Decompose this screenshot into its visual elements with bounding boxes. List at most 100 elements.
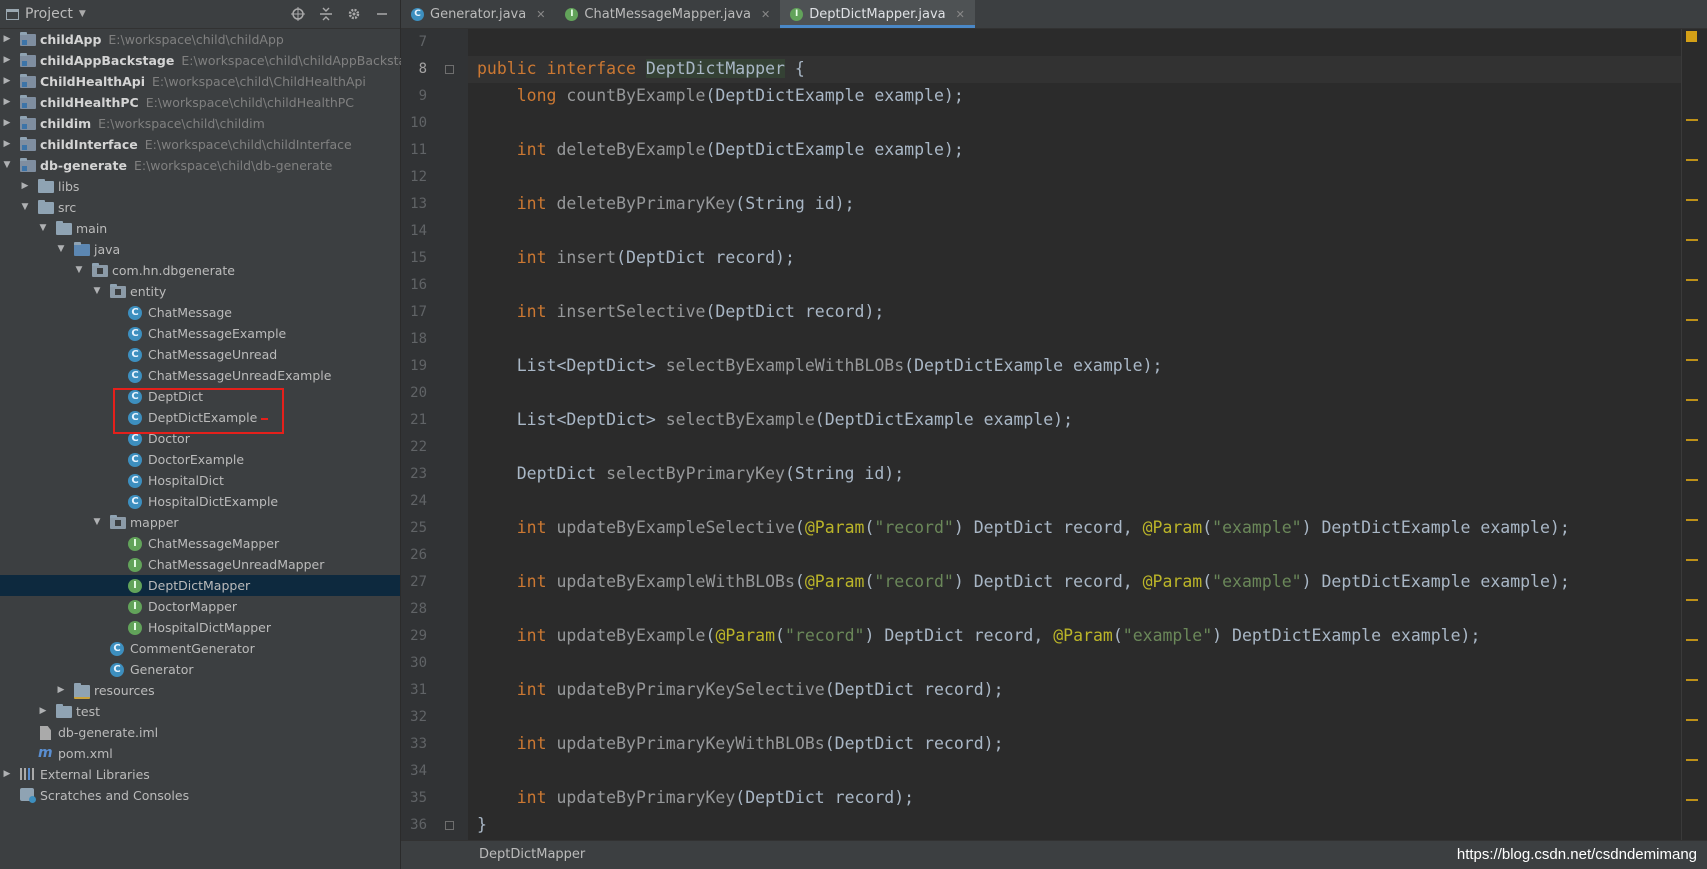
tree-item[interactable]: ▶ resources <box>0 680 400 701</box>
warning-marker[interactable] <box>1686 119 1698 121</box>
tree-item[interactable]: ▶ ChildHealthApi E:\workspace\child\ChildH… <box>0 71 400 92</box>
tree-item[interactable]: C HospitalDictExample <box>0 491 400 512</box>
tree-item[interactable]: C Generator <box>0 659 400 680</box>
warning-marker[interactable] <box>1686 439 1698 441</box>
code-line[interactable]: int updateByExampleSelective(@Param("rec… <box>477 518 1570 537</box>
tree-item[interactable]: C ChatMessageUnread <box>0 344 400 365</box>
warning-marker[interactable] <box>1686 399 1698 401</box>
warning-marker[interactable] <box>1686 759 1698 761</box>
tree-item[interactable]: ▶ childApp E:\workspace\child\childApp <box>0 29 400 50</box>
collapse-all-icon[interactable] <box>318 6 334 22</box>
code-line[interactable]: DeptDict selectByPrimaryKey(String id); <box>477 464 904 483</box>
code-line[interactable]: int updateByExample(@Param("record") Dep… <box>477 626 1481 645</box>
tree-item[interactable]: ▼ entity <box>0 281 400 302</box>
code-view[interactable]: public interface DeptDictMapper { long c… <box>468 29 1707 841</box>
warning-marker[interactable] <box>1686 719 1698 721</box>
code-line[interactable]: int insertSelective(DeptDict record); <box>477 302 885 321</box>
tree-item[interactable]: I HospitalDictMapper <box>0 617 400 638</box>
code-line[interactable]: int updateByExampleWithBLOBs(@Param("rec… <box>477 572 1570 591</box>
tree-item[interactable]: C ChatMessageUnreadExample <box>0 365 400 386</box>
tree-item[interactable]: ▼ java <box>0 239 400 260</box>
tree-item[interactable]: db-generate.iml <box>0 722 400 743</box>
tree-item[interactable]: I ChatMessageMapper <box>0 533 400 554</box>
expand-right-icon[interactable]: ▶ <box>38 701 48 722</box>
editor-tab[interactable]: I DeptDictMapper.java ✕ <box>780 0 975 28</box>
tree-item[interactable]: C CommentGenerator <box>0 638 400 659</box>
tree-item[interactable]: ▶ libs <box>0 176 400 197</box>
code-line[interactable]: int updateByPrimaryKey(DeptDict record); <box>477 788 914 807</box>
tree-item[interactable]: ▶ childAppBackstage E:\workspace\child\chi… <box>0 50 422 71</box>
expand-right-icon[interactable]: ▶ <box>2 29 12 50</box>
tree-item[interactable]: m pom.xml <box>0 743 400 764</box>
code-line[interactable]: int updateByPrimaryKeySelective(DeptDict… <box>477 680 1004 699</box>
warning-marker[interactable] <box>1686 559 1698 561</box>
warning-marker[interactable] <box>1686 279 1698 281</box>
expand-down-icon[interactable]: ▼ <box>74 260 84 281</box>
expand-down-icon[interactable]: ▼ <box>92 281 102 302</box>
warning-marker[interactable] <box>1686 799 1698 801</box>
expand-right-icon[interactable]: ▶ <box>2 50 12 71</box>
scrollbar-marker-strip[interactable] <box>1681 29 1707 841</box>
expand-right-icon[interactable]: ▶ <box>56 680 66 701</box>
code-line[interactable]: List<DeptDict> selectByExample(DeptDictE… <box>477 410 1073 429</box>
expand-right-icon[interactable]: ▶ <box>2 134 12 155</box>
locate-icon[interactable] <box>290 6 306 22</box>
tree-item[interactable]: ▶ childim E:\workspace\child\childim <box>0 113 400 134</box>
fold-icon[interactable] <box>445 65 454 74</box>
tree-item[interactable]: C HospitalDict <box>0 470 400 491</box>
tree-item[interactable]: C ChatMessage <box>0 302 400 323</box>
warning-marker[interactable] <box>1686 199 1698 201</box>
expand-right-icon[interactable]: ▶ <box>2 764 12 785</box>
warning-marker[interactable] <box>1686 479 1698 481</box>
tree-item[interactable]: ▶ test <box>0 701 400 722</box>
warning-indicator-icon[interactable] <box>1686 31 1697 42</box>
code-line[interactable]: long countByExample(DeptDictExample exam… <box>477 86 964 105</box>
close-icon[interactable]: ✕ <box>536 8 545 21</box>
warning-marker[interactable] <box>1686 679 1698 681</box>
editor-tab[interactable]: C Generator.java ✕ <box>401 0 555 28</box>
expand-right-icon[interactable]: ▶ <box>2 113 12 134</box>
tree-item[interactable]: C ChatMessageExample <box>0 323 400 344</box>
editor-tab[interactable]: I ChatMessageMapper.java ✕ <box>555 0 780 28</box>
tree-item[interactable]: Scratches and Consoles <box>0 785 400 806</box>
warning-marker[interactable] <box>1686 639 1698 641</box>
code-line[interactable]: int updateByPrimaryKeyWithBLOBs(DeptDict… <box>477 734 1004 753</box>
close-icon[interactable]: ✕ <box>956 8 965 21</box>
code-line[interactable]: public interface DeptDictMapper { <box>477 59 805 78</box>
tree-item[interactable]: ▼ db-generate E:\workspace\child\db-genera… <box>0 155 400 176</box>
tree-item[interactable]: ▶ childInterface E:\workspace\child\childI… <box>0 134 400 155</box>
code-line[interactable]: List<DeptDict> selectByExampleWithBLOBs(… <box>477 356 1163 375</box>
expand-right-icon[interactable]: ▶ <box>20 176 30 197</box>
warning-marker[interactable] <box>1686 519 1698 521</box>
tree-item[interactable]: ▶ childHealthPC E:\workspace\child\childHe… <box>0 92 400 113</box>
code-line[interactable]: int deleteByPrimaryKey(String id); <box>477 194 855 213</box>
code-line[interactable]: } <box>477 815 487 834</box>
project-view-selector[interactable]: Project ▼ <box>6 6 86 22</box>
expand-down-icon[interactable]: ▼ <box>2 155 12 176</box>
expand-down-icon[interactable]: ▼ <box>56 239 66 260</box>
close-icon[interactable]: ✕ <box>761 8 770 21</box>
tree-item[interactable]: ▼ mapper <box>0 512 400 533</box>
expand-down-icon[interactable]: ▼ <box>92 512 102 533</box>
gear-icon[interactable] <box>346 6 362 22</box>
tree-item[interactable]: I ChatMessageUnreadMapper <box>0 554 400 575</box>
warning-marker[interactable] <box>1686 239 1698 241</box>
tree-item[interactable]: ▼ com.hn.dbgenerate <box>0 260 400 281</box>
expand-right-icon[interactable]: ▶ <box>2 92 12 113</box>
expand-down-icon[interactable]: ▼ <box>20 197 30 218</box>
code-line[interactable]: int deleteByExample(DeptDictExample exam… <box>477 140 964 159</box>
fold-icon[interactable] <box>445 821 454 830</box>
code-line[interactable]: int insert(DeptDict record); <box>477 248 795 267</box>
tree-item[interactable]: ▼ src <box>0 197 400 218</box>
breadcrumb-item[interactable]: DeptDictMapper <box>479 847 585 862</box>
minimize-icon[interactable] <box>374 6 390 22</box>
tree-item[interactable]: I DoctorMapper <box>0 596 400 617</box>
tree-item[interactable]: I DeptDictMapper <box>0 575 400 596</box>
tree-item[interactable]: C DoctorExample <box>0 449 400 470</box>
warning-marker[interactable] <box>1686 319 1698 321</box>
warning-marker[interactable] <box>1686 599 1698 601</box>
expand-right-icon[interactable]: ▶ <box>2 71 12 92</box>
tree-item[interactable]: ▼ main <box>0 218 400 239</box>
expand-down-icon[interactable]: ▼ <box>38 218 48 239</box>
warning-marker[interactable] <box>1686 159 1698 161</box>
